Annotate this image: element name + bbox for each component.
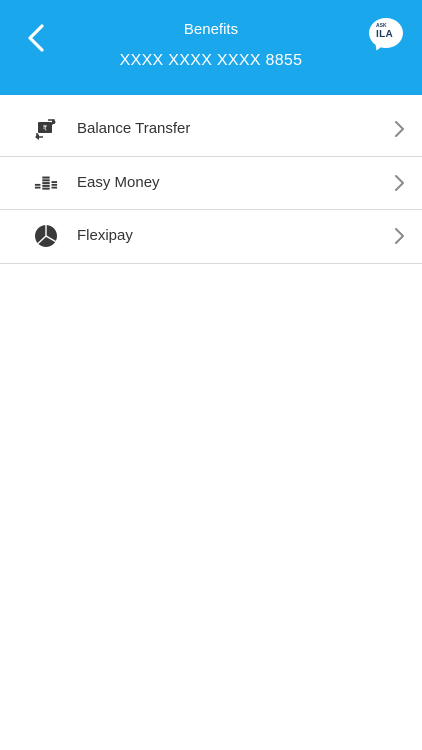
benefit-row-easy-money[interactable]: Easy Money xyxy=(0,157,422,210)
benefits-list: ₹ Balance Transfer Easy Money Flexipay xyxy=(0,103,422,264)
coin-stack-icon xyxy=(34,171,58,195)
app-header: Benefits XXXX XXXX XXXX 8855 ASK ILA xyxy=(0,0,422,95)
benefit-label: Flexipay xyxy=(77,227,133,245)
benefit-label: Easy Money xyxy=(77,173,160,191)
page-title: Benefits xyxy=(183,21,239,38)
ask-ila-button[interactable]: ASK ILA xyxy=(369,18,405,54)
benefit-row-flexipay[interactable]: Flexipay xyxy=(0,210,422,264)
ask-ila-big-text: ILA xyxy=(376,29,394,40)
benefit-label: Balance Transfer xyxy=(77,120,191,138)
pie-chart-icon xyxy=(34,224,58,248)
benefit-row-balance-transfer[interactable]: ₹ Balance Transfer xyxy=(0,103,422,157)
chevron-right-icon xyxy=(395,228,404,245)
card-number: XXXX XXXX XXXX 8855 xyxy=(119,52,303,69)
balance-transfer-icon: ₹ xyxy=(34,117,58,141)
chevron-right-icon xyxy=(395,174,404,191)
svg-text:₹: ₹ xyxy=(43,125,48,133)
chevron-right-icon xyxy=(395,121,404,138)
